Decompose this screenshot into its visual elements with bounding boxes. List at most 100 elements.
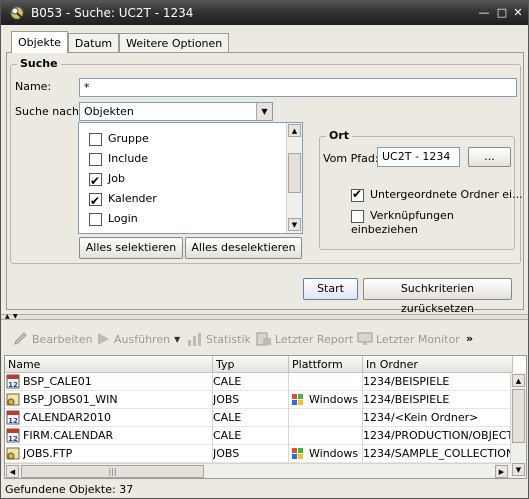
- statistik-label: Statistik: [206, 332, 251, 346]
- reset-button[interactable]: Suchkriterien zurücksetzen: [363, 278, 512, 315]
- list-item[interactable]: Job: [89, 169, 125, 191]
- job-icon: [6, 393, 20, 406]
- more-button[interactable]: »: [466, 332, 473, 345]
- letzter-report-label: Letzter Report: [275, 332, 354, 346]
- minimize-icon[interactable]: —: [477, 6, 491, 19]
- cell-name: FIRM.CALENDAR: [23, 427, 213, 445]
- list-item[interactable]: Kalender: [89, 189, 157, 211]
- start-button[interactable]: Start: [303, 278, 358, 300]
- list-item-label: Job: [108, 172, 125, 185]
- chart-icon: [188, 333, 201, 346]
- plattform-label: Windows: [309, 447, 359, 460]
- name-input[interactable]: *: [79, 78, 517, 97]
- list-item-label: Include: [108, 152, 149, 165]
- list-item-label: Gruppe: [108, 132, 149, 145]
- object-type-list[interactable]: Gruppe Include Job Kalender Login ▲ ▼: [78, 122, 303, 234]
- cell-name: BSP_JOBS01_WIN: [23, 391, 213, 409]
- select-all-button[interactable]: Alles selektieren: [79, 237, 183, 259]
- splitter[interactable]: ▲ ▼: [1, 313, 528, 320]
- cell-ordner: 1234/SAMPLE_COLLECTION: [363, 445, 511, 463]
- bearbeiten-label: Bearbeiten: [32, 332, 93, 346]
- suche-nach-select[interactable]: Objekten ▼: [79, 102, 273, 121]
- scroll-down-icon[interactable]: ▼: [512, 463, 525, 476]
- cell-name: CALENDAR2010: [23, 409, 213, 427]
- suche-nach-value: Objekten: [84, 105, 134, 118]
- cell-typ: CALE: [213, 409, 289, 427]
- letzter-monitor-button[interactable]: Letzter Monitor: [357, 332, 460, 346]
- collapse-up-icon[interactable]: ▲: [5, 313, 10, 320]
- cell-typ: JOBS: [213, 445, 289, 463]
- cell-plattform: Windows: [289, 391, 363, 409]
- svg-text:12: 12: [8, 381, 18, 389]
- links-checkbox[interactable]: Verknüpfungen einbeziehen: [351, 209, 523, 236]
- results-table: Name Typ Plattform In Ordner 12 BSP_CALE…: [4, 355, 527, 479]
- dropdown-arrow-icon[interactable]: ▼: [174, 335, 180, 344]
- list-scrollbar[interactable]: ▲ ▼: [286, 123, 302, 233]
- cell-ordner: 1234/BEISPIELE: [363, 373, 511, 391]
- plattform-label: Windows: [309, 393, 359, 406]
- scroll-right-icon[interactable]: ▶: [495, 465, 508, 478]
- checkbox-icon[interactable]: [351, 209, 364, 223]
- search-window: B053 - Suche: UC2T - 1234 — □ ✕ Objekte …: [0, 0, 529, 499]
- browse-button[interactable]: ...: [468, 147, 511, 167]
- tab-objekte[interactable]: Objekte: [11, 31, 68, 53]
- table-row[interactable]: JOBS.FTP JOBS Windows 1234/SAMPLE_COLLEC…: [5, 445, 511, 463]
- checkbox-icon[interactable]: [89, 132, 102, 146]
- table-vscrollbar[interactable]: ▲ ▼: [510, 373, 526, 478]
- column-header-plattform[interactable]: Plattform: [289, 356, 363, 373]
- scroll-up-icon[interactable]: ▲: [512, 374, 525, 387]
- column-header-name[interactable]: Name: [5, 356, 213, 373]
- checkbox-icon[interactable]: [89, 171, 102, 191]
- calendar-icon: 12: [6, 374, 20, 389]
- pfad-input[interactable]: UC2T - 1234: [377, 147, 460, 167]
- cell-plattform: [289, 427, 363, 445]
- letzter-report-button[interactable]: Letzter Report: [256, 332, 353, 346]
- table-row[interactable]: BSP_JOBS01_WIN JOBS Windows 1234/BEISPIE…: [5, 391, 511, 409]
- close-icon[interactable]: ✕: [511, 6, 525, 19]
- tab-datum[interactable]: Datum: [67, 33, 120, 53]
- maximize-icon[interactable]: □: [495, 6, 509, 19]
- windows-icon: [292, 448, 303, 459]
- suche-nach-label: Suche nach:: [15, 105, 83, 118]
- table-row[interactable]: 12 FIRM.CALENDAR CALE 1234/PRODUCTION/OB…: [5, 427, 511, 445]
- list-item[interactable]: Gruppe: [89, 129, 149, 149]
- deselect-all-button[interactable]: Alles deselektieren: [185, 237, 302, 259]
- ausfuehren-button[interactable]: Ausführen ▼: [95, 332, 180, 346]
- scroll-down-icon[interactable]: ▼: [288, 218, 301, 231]
- scroll-thumb[interactable]: |||: [21, 465, 204, 478]
- checkbox-icon[interactable]: [89, 191, 102, 211]
- scroll-up-icon[interactable]: ▲: [288, 124, 301, 137]
- tab-weitere-optionen[interactable]: Weitere Optionen: [119, 33, 230, 53]
- title-bar: B053 - Suche: UC2T - 1234 — □ ✕: [1, 1, 528, 25]
- window-title: B053 - Suche: UC2T - 1234: [31, 6, 194, 20]
- scroll-left-icon[interactable]: ◀: [6, 465, 19, 478]
- scroll-thumb[interactable]: [512, 389, 525, 443]
- cell-typ: JOBS: [213, 391, 289, 409]
- column-header-typ[interactable]: Typ: [213, 356, 289, 373]
- bearbeiten-button[interactable]: Bearbeiten: [13, 332, 92, 346]
- table-row[interactable]: 12 BSP_CALE01 CALE 1234/BEISPIELE: [5, 373, 511, 391]
- ausfuehren-label: Ausführen: [114, 332, 171, 346]
- name-label: Name:: [15, 80, 52, 93]
- list-item[interactable]: Include: [89, 149, 148, 169]
- pfad-label: Vom Pfad:: [323, 152, 379, 165]
- column-header-ordner[interactable]: In Ordner: [363, 356, 513, 373]
- collapse-down-icon[interactable]: ▼: [13, 313, 18, 320]
- table-row[interactable]: 12 CALENDAR2010 CALE 1234/<Kein Ordner>: [5, 409, 511, 427]
- calendar-icon: 12: [6, 428, 20, 443]
- table-hscrollbar[interactable]: ◀ ||| ▶: [5, 463, 511, 478]
- letzter-monitor-label: Letzter Monitor: [376, 332, 460, 346]
- scroll-thumb[interactable]: [288, 153, 301, 193]
- cell-name: JOBS.FTP: [23, 445, 213, 463]
- checkbox-icon[interactable]: [89, 152, 102, 166]
- sub-folders-checkbox[interactable]: Untergeordnete Ordner ei...: [351, 187, 523, 202]
- statistik-button[interactable]: Statistik: [187, 332, 251, 346]
- links-label: Verknüpfungen einbeziehen: [351, 209, 454, 236]
- chevron-down-icon[interactable]: ▼: [256, 103, 272, 120]
- list-item[interactable]: Login: [89, 209, 138, 229]
- ort-legend: Ort: [326, 129, 353, 142]
- svg-text:12: 12: [8, 417, 18, 425]
- checkbox-icon[interactable]: [351, 187, 364, 202]
- checkbox-icon[interactable]: [89, 212, 102, 226]
- app-icon: [10, 6, 24, 20]
